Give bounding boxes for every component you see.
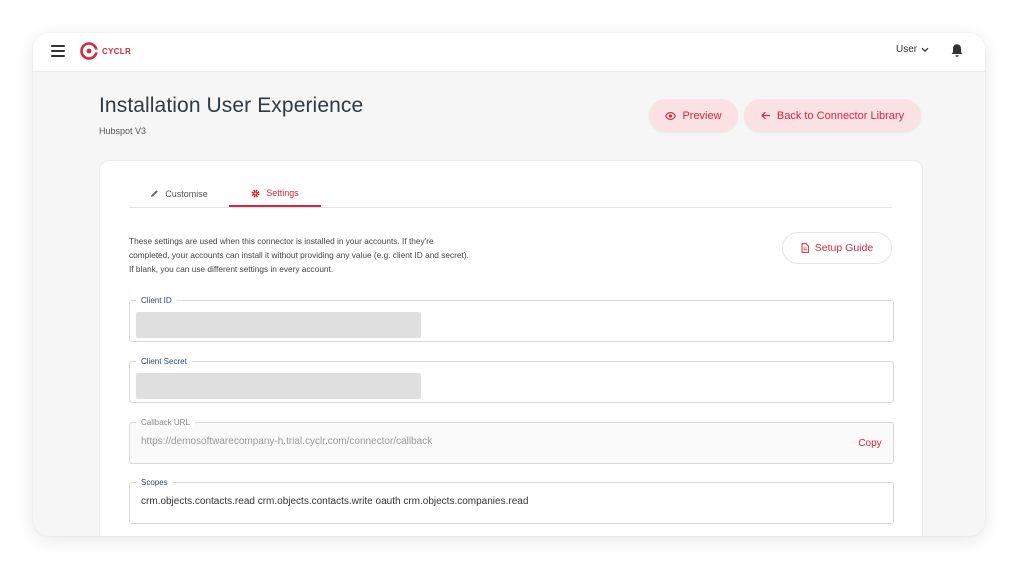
page-title: Installation User Experience (99, 94, 364, 117)
scopes-field[interactable]: Scopes (129, 477, 894, 524)
client-secret-field[interactable]: Client Secret (129, 356, 894, 403)
copy-callback-url-button[interactable]: Copy (847, 423, 893, 463)
user-menu[interactable]: User (896, 44, 929, 55)
settings-description: These settings are used when this connec… (129, 236, 469, 274)
scopes-input[interactable] (141, 496, 881, 507)
callback-url-field: Callback URL Copy (129, 417, 894, 464)
client-secret-masked-value[interactable] (136, 373, 421, 399)
eye-icon (665, 111, 677, 120)
hamburger-menu-icon[interactable] (51, 45, 65, 57)
setup-guide-label: Setup Guide (814, 242, 874, 254)
callback-url-input (141, 436, 791, 447)
user-menu-label: User (896, 44, 918, 55)
tab-customise-label: Customise (165, 188, 208, 199)
tab-settings[interactable]: Settings (229, 181, 321, 207)
client-id-label: Client ID (136, 295, 177, 306)
tab-customise[interactable]: Customise (129, 181, 229, 206)
callback-url-label: Callback URL (136, 417, 195, 428)
page-subtitle: Hubspot V3 (99, 126, 147, 136)
preview-button-label: Preview (682, 109, 722, 122)
arrow-left-icon (761, 111, 770, 120)
back-to-connector-library-button[interactable]: Back to Connector Library (744, 99, 921, 132)
brand-name: CYCLR (102, 46, 132, 56)
gear-icon (251, 189, 260, 197)
preview-button[interactable]: Preview (649, 99, 738, 132)
tab-bar: Customise Settings (129, 181, 892, 208)
chevron-down-icon (921, 47, 929, 52)
top-navigation-bar: CYCLR User (33, 33, 985, 72)
tab-settings-label: Settings (266, 188, 299, 198)
document-icon (801, 243, 809, 253)
cyclr-logo[interactable]: CYCLR (79, 41, 131, 61)
client-id-masked-value[interactable] (136, 312, 421, 338)
client-id-field[interactable]: Client ID (129, 295, 894, 342)
settings-card: Customise Settings These settings are us… (99, 160, 923, 536)
back-button-label: Back to Connector Library (776, 109, 905, 122)
bell-icon[interactable] (950, 43, 964, 58)
client-secret-label: Client Secret (136, 356, 192, 367)
cyclr-logo-icon (80, 42, 99, 60)
pencil-icon (151, 190, 159, 197)
app-window: CYCLR User Installation User Experience … (33, 33, 985, 536)
scopes-label: Scopes (136, 477, 173, 488)
setup-guide-button[interactable]: Setup Guide (782, 232, 892, 264)
